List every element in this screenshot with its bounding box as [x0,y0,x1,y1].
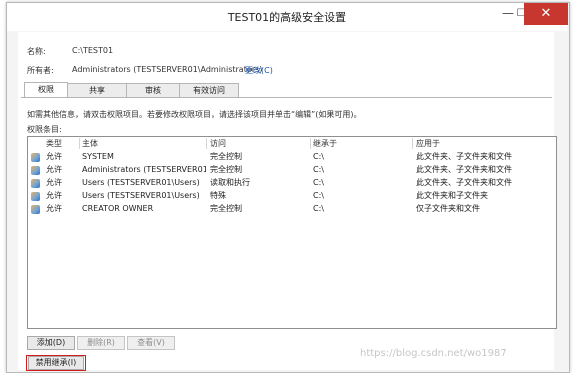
cell-access: 特殊 [210,191,226,200]
column-header-type[interactable]: 类型 [46,138,62,149]
column-separator[interactable] [79,138,80,149]
table-row[interactable]: 允许 Users (TESTSERVER01\Users) 特殊 C:\ 此文件… [28,190,554,202]
info-text: 如需其他信息，请双击权限项目。若要修改权限项目，请选择该项目并单击“编辑”(如果… [27,110,362,119]
user-group-icon [31,179,40,188]
column-separator[interactable] [206,138,207,149]
cell-applies-to: 此文件夹、子文件夹和文件 [416,152,512,161]
table-row[interactable]: 允许 CREATOR OWNER 完全控制 C:\ 仅子文件夹和文件 [28,203,554,215]
cell-inherited-from: C:\ [313,204,324,213]
cell-type: 允许 [46,165,62,174]
add-button[interactable]: 添加(D) [27,336,75,350]
cell-access: 读取和执行 [210,178,250,187]
cell-principal: Administrators (TESTSERVER01\... [82,165,206,174]
tab-sharing[interactable]: 共享 [67,83,127,97]
column-header-principal[interactable]: 主体 [82,138,98,149]
cell-principal: Users (TESTSERVER01\Users) [82,191,200,200]
cell-type: 允许 [46,191,62,200]
user-group-icon [31,205,40,214]
user-group-icon [31,153,40,162]
cell-access: 完全控制 [210,165,242,174]
user-group-icon [31,166,40,175]
disable-inheritance-button[interactable]: 禁用继承(I) [28,356,84,370]
name-value: C:\TEST01 [72,46,114,55]
owner-label: 所有者: [27,66,54,75]
watermark-text: https://blog.csdn.net/wo1987 [360,348,507,359]
cell-type: 允许 [46,204,62,213]
column-separator[interactable] [310,138,311,149]
table-row[interactable]: 允许 Administrators (TESTSERVER01\... 完全控制… [28,164,554,176]
cell-principal: SYSTEM [82,152,114,161]
owner-value: Administrators (TESTSERVER01\Administrat… [72,65,263,74]
change-owner-link[interactable]: 更改(C) [245,65,273,76]
cell-applies-to: 仅子文件夹和文件 [416,204,480,213]
cell-applies-to: 此文件夹、子文件夹和文件 [416,178,512,187]
cell-access: 完全控制 [210,152,242,161]
entries-label: 权限条目: [27,125,62,134]
remove-button[interactable]: 删除(R) [77,336,125,350]
column-header-access[interactable]: 访问 [210,138,226,149]
cell-inherited-from: C:\ [313,165,324,174]
cell-applies-to: 此文件夹和子文件夹 [416,191,488,200]
close-icon[interactable]: ✕ [524,3,568,25]
table-row[interactable]: 允许 Users (TESTSERVER01\Users) 读取和执行 C:\ … [28,177,554,189]
cell-inherited-from: C:\ [313,191,324,200]
name-label: 名称: [27,47,46,56]
user-group-icon [31,192,40,201]
tab-effective-access[interactable]: 有效访问 [179,83,239,97]
cell-type: 允许 [46,178,62,187]
tab-divider [21,97,552,98]
cell-applies-to: 此文件夹、子文件夹和文件 [416,165,512,174]
view-button[interactable]: 查看(V) [127,336,175,350]
column-separator[interactable] [412,138,413,149]
cell-type: 允许 [46,152,62,161]
window-title: TEST01的高级安全设置 [227,11,347,24]
cell-access: 完全控制 [210,204,242,213]
cell-inherited-from: C:\ [313,152,324,161]
column-header-applies-to[interactable]: 应用于 [416,138,440,149]
cell-principal: CREATOR OWNER [82,204,154,213]
title-bar: TEST01的高级安全设置 — ☐ ✕ [7,3,568,31]
cell-principal: Users (TESTSERVER01\Users) [82,178,200,187]
column-header-inherited-from[interactable]: 继承于 [313,138,337,149]
tab-auditing[interactable]: 审核 [126,83,180,97]
tab-permissions[interactable]: 权限 [24,82,68,98]
table-row[interactable]: 允许 SYSTEM 完全控制 C:\ 此文件夹、子文件夹和文件 [28,151,554,163]
cell-inherited-from: C:\ [313,178,324,187]
